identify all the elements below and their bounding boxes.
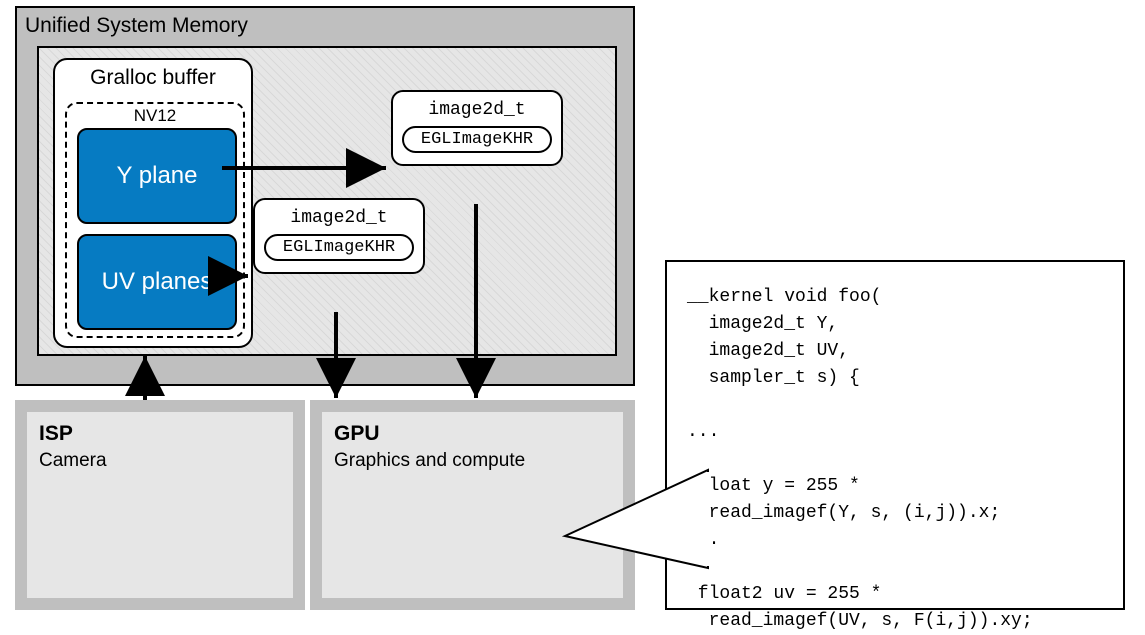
code-line: sampler_t s) {: [687, 368, 860, 388]
eglimagekhr-label: EGLImageKHR: [264, 234, 414, 261]
code-line: float2 uv = 255 *: [687, 584, 881, 604]
code-line: image2d_t Y,: [687, 314, 838, 334]
usm-title: Unified System Memory: [25, 14, 248, 38]
y-plane: Y plane: [77, 128, 237, 224]
code-line: read_imagef(Y, s, (i,j)).x;: [687, 503, 1000, 523]
isp-title: ISP: [39, 422, 281, 446]
gpu-title: GPU: [334, 422, 611, 446]
code-line: float y = 255 *: [687, 476, 860, 496]
y-plane-label: Y plane: [117, 162, 198, 190]
kernel-code-callout: __kernel void foo( image2d_t Y, image2d_…: [665, 260, 1125, 610]
gralloc-label: Gralloc buffer: [55, 66, 251, 90]
isp-subtitle: Camera: [39, 450, 281, 472]
gralloc-buffer: Gralloc buffer NV12 Y plane UV planes: [53, 58, 253, 348]
code-line: read_imagef(UV, s, F(i,j)).xy;: [687, 611, 1033, 631]
code-line: __kernel void foo(: [687, 287, 881, 307]
nv12-format-box: NV12 Y plane UV planes: [65, 102, 245, 338]
isp-block: ISP Camera: [15, 400, 305, 610]
uv-planes-label: UV planes: [102, 268, 213, 296]
code-line: ...: [687, 422, 719, 442]
image2d-y: image2d_t EGLImageKHR: [391, 90, 563, 166]
image2d-uv: image2d_t EGLImageKHR: [253, 198, 425, 274]
image2d-type-label: image2d_t: [255, 208, 423, 228]
image2d-type-label: image2d_t: [393, 100, 561, 120]
gpu-subtitle: Graphics and compute: [334, 450, 611, 472]
gpu-block: GPU Graphics and compute: [310, 400, 635, 610]
nv12-label: NV12: [67, 106, 243, 126]
code-line: image2d_t UV,: [687, 341, 849, 361]
code-line: ...: [687, 530, 719, 550]
eglimagekhr-label: EGLImageKHR: [402, 126, 552, 153]
uv-planes: UV planes: [77, 234, 237, 330]
unified-system-memory: Unified System Memory Gralloc buffer NV1…: [15, 6, 635, 386]
